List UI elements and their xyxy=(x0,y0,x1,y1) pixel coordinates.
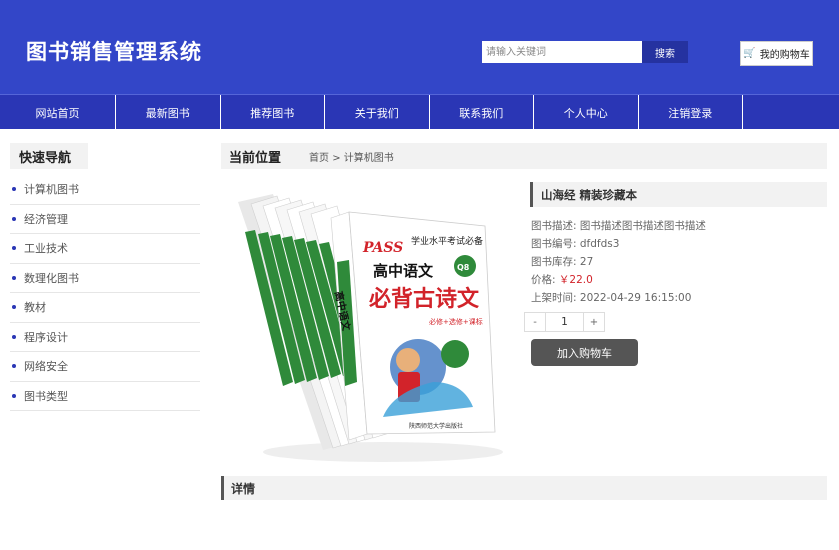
sidebar-item-label: 图书类型 xyxy=(24,389,68,403)
cover-title-main: 必背古诗文 xyxy=(369,286,480,312)
sidebar-item-industrial-tech[interactable]: 工业技术 xyxy=(10,234,200,264)
nav-item-recommended-books[interactable]: 推荐图书 xyxy=(221,95,325,130)
bullet-icon xyxy=(12,246,16,251)
sidebar-item-label: 经济管理 xyxy=(24,212,68,226)
bullet-icon xyxy=(12,275,16,280)
site-header: 图书销售管理系统 搜索 🛒 我的购物车 xyxy=(0,0,839,94)
site-title: 图书销售管理系统 xyxy=(26,40,202,64)
cover-badge: Q8 xyxy=(457,263,470,272)
quantity-stepper: - + xyxy=(524,312,605,332)
detail-section-title: 详情 xyxy=(221,476,827,500)
breadcrumb-title: 当前位置 xyxy=(229,150,282,166)
sidebar-item-label: 网络安全 xyxy=(24,360,68,374)
product-image: PASS 学业水平考试必备 高中语文 Q8 必背古诗文 必修+选修+课标 陕西师… xyxy=(233,182,514,464)
description-value: 图书描述图书描述图书描述 xyxy=(579,220,706,232)
code-value: dfdfds3 xyxy=(579,238,620,250)
product-code: 图书编号: dfdfds3 xyxy=(531,236,619,251)
description-label: 图书描述: xyxy=(531,220,577,232)
sidebar-list: 计算机图书 经济管理 工业技术 数理化图书 教材 程序设计 网络安全 图书类型 xyxy=(10,175,200,411)
cart-label: 我的购物车 xyxy=(759,50,810,61)
nav-item-contact-us[interactable]: 联系我们 xyxy=(430,95,534,130)
add-to-cart-button[interactable]: 加入购物车 xyxy=(531,339,638,366)
nav-item-latest-books[interactable]: 最新图书 xyxy=(116,95,221,130)
price-value: ￥22.0 xyxy=(558,274,593,286)
product-stock: 图书库存: 27 xyxy=(531,254,593,269)
sidebar-item-programming[interactable]: 程序设计 xyxy=(10,323,200,352)
cover-publisher: 陕西师范大学出版社 xyxy=(409,422,463,430)
sidebar-item-label: 数理化图书 xyxy=(24,271,79,285)
bullet-icon xyxy=(12,305,16,310)
sidebar-item-economics[interactable]: 经济管理 xyxy=(10,205,200,234)
bullet-icon xyxy=(12,187,16,192)
search-input[interactable] xyxy=(482,41,642,63)
main-nav: 网站首页 最新图书 推荐图书 关于我们 联系我们 个人中心 注销登录 xyxy=(0,94,839,130)
sidebar-item-label: 计算机图书 xyxy=(24,183,79,197)
nav-item-about-us[interactable]: 关于我们 xyxy=(325,95,430,130)
sidebar-item-label: 工业技术 xyxy=(24,242,68,256)
sidebar-title: 快速导航 xyxy=(10,143,88,169)
breadcrumb-path[interactable]: 首页 > 计算机图书 xyxy=(309,149,394,164)
nav-item-personal-center[interactable]: 个人中心 xyxy=(534,95,639,130)
bullet-icon xyxy=(12,216,16,221)
nav-item-home[interactable]: 网站首页 xyxy=(0,95,116,130)
sidebar-item-network-security[interactable]: 网络安全 xyxy=(10,352,200,382)
price-label: 价格: xyxy=(531,274,556,286)
sidebar-item-textbooks[interactable]: 教材 xyxy=(10,293,200,323)
bullet-icon xyxy=(12,334,16,339)
date-value: 2022-04-29 16:15:00 xyxy=(579,292,692,304)
code-label: 图书编号: xyxy=(531,238,577,250)
quantity-input[interactable] xyxy=(545,313,584,331)
quantity-minus-button[interactable]: - xyxy=(525,313,545,331)
product-date: 上架时间: 2022-04-29 16:15:00 xyxy=(531,290,691,305)
sidebar-item-label: 教材 xyxy=(24,301,46,315)
product-name: 山海经 精装珍藏本 xyxy=(530,182,827,207)
stock-label: 图书库存: xyxy=(531,256,577,268)
date-label: 上架时间: xyxy=(531,292,577,304)
nav-item-logout[interactable]: 注销登录 xyxy=(639,95,743,130)
cover-subtitle: 必修+选修+课标 xyxy=(429,317,483,326)
quantity-plus-button[interactable]: + xyxy=(584,313,604,331)
sidebar-item-computer-books[interactable]: 计算机图书 xyxy=(10,175,200,205)
cover-series: 学业水平考试必备 xyxy=(411,235,483,247)
sidebar-item-book-types[interactable]: 图书类型 xyxy=(10,382,200,411)
sidebar-item-label: 程序设计 xyxy=(24,330,68,344)
bullet-icon xyxy=(12,364,16,369)
stock-value: 27 xyxy=(579,256,594,268)
breadcrumb: 当前位置 首页 > 计算机图书 xyxy=(221,143,827,169)
product-description: 图书描述: 图书描述图书描述图书描述 xyxy=(531,218,706,233)
my-cart-button[interactable]: 🛒 我的购物车 xyxy=(740,41,813,66)
product-price: 价格: ￥22.0 xyxy=(531,272,593,287)
search-button[interactable]: 搜索 xyxy=(642,41,688,63)
bullet-icon xyxy=(12,393,16,398)
sidebar-item-science-books[interactable]: 数理化图书 xyxy=(10,264,200,293)
cover-brand: PASS xyxy=(362,240,403,256)
cover-title-top: 高中语文 xyxy=(373,262,434,280)
cart-icon: 🛒 xyxy=(743,48,756,59)
